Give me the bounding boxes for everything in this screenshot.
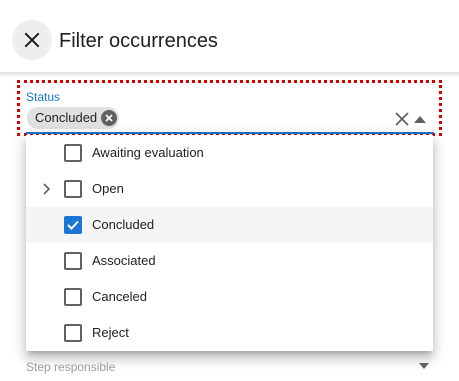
option-concluded[interactable]: Concluded xyxy=(26,207,433,243)
header-divider xyxy=(0,72,459,78)
close-button[interactable] xyxy=(12,20,52,60)
option-awaiting-evaluation[interactable]: Awaiting evaluation xyxy=(26,135,433,171)
arrow-down-icon[interactable] xyxy=(418,362,430,370)
status-chip-label: Concluded xyxy=(35,110,98,125)
option-label: Open xyxy=(92,181,124,196)
dialog-header: Filter occurrences xyxy=(0,0,459,78)
close-icon xyxy=(24,32,40,48)
option-associated[interactable]: Associated xyxy=(26,243,433,279)
checkbox[interactable] xyxy=(64,180,82,198)
status-field-label: Status xyxy=(26,90,61,104)
checkbox[interactable] xyxy=(64,252,82,270)
option-open[interactable]: Open xyxy=(26,171,433,207)
checkbox[interactable] xyxy=(64,144,82,162)
chevron-right-icon[interactable] xyxy=(39,182,53,196)
checkbox[interactable] xyxy=(64,288,82,306)
chip-remove-button[interactable] xyxy=(101,110,118,126)
close-icon xyxy=(105,114,113,122)
step-responsible-field[interactable]: Step responsible xyxy=(26,360,115,374)
status-field-underline xyxy=(26,132,434,134)
check-icon xyxy=(67,220,79,230)
option-label: Concluded xyxy=(92,217,155,232)
option-canceled[interactable]: Canceled xyxy=(26,279,433,315)
option-label: Reject xyxy=(92,325,129,340)
checkbox[interactable] xyxy=(64,324,82,342)
clear-selection-button[interactable] xyxy=(393,110,411,128)
option-label: Associated xyxy=(92,253,156,268)
arrow-up-icon[interactable] xyxy=(412,112,428,126)
checkbox-checked[interactable] xyxy=(64,216,82,234)
status-chip: Concluded xyxy=(27,107,120,129)
dialog-title: Filter occurrences xyxy=(59,30,218,52)
option-label: Awaiting evaluation xyxy=(92,145,204,160)
option-reject[interactable]: Reject xyxy=(26,315,433,351)
option-label: Canceled xyxy=(92,289,147,304)
status-dropdown-menu: Awaiting evaluation Open Concluded Assoc… xyxy=(26,135,433,351)
